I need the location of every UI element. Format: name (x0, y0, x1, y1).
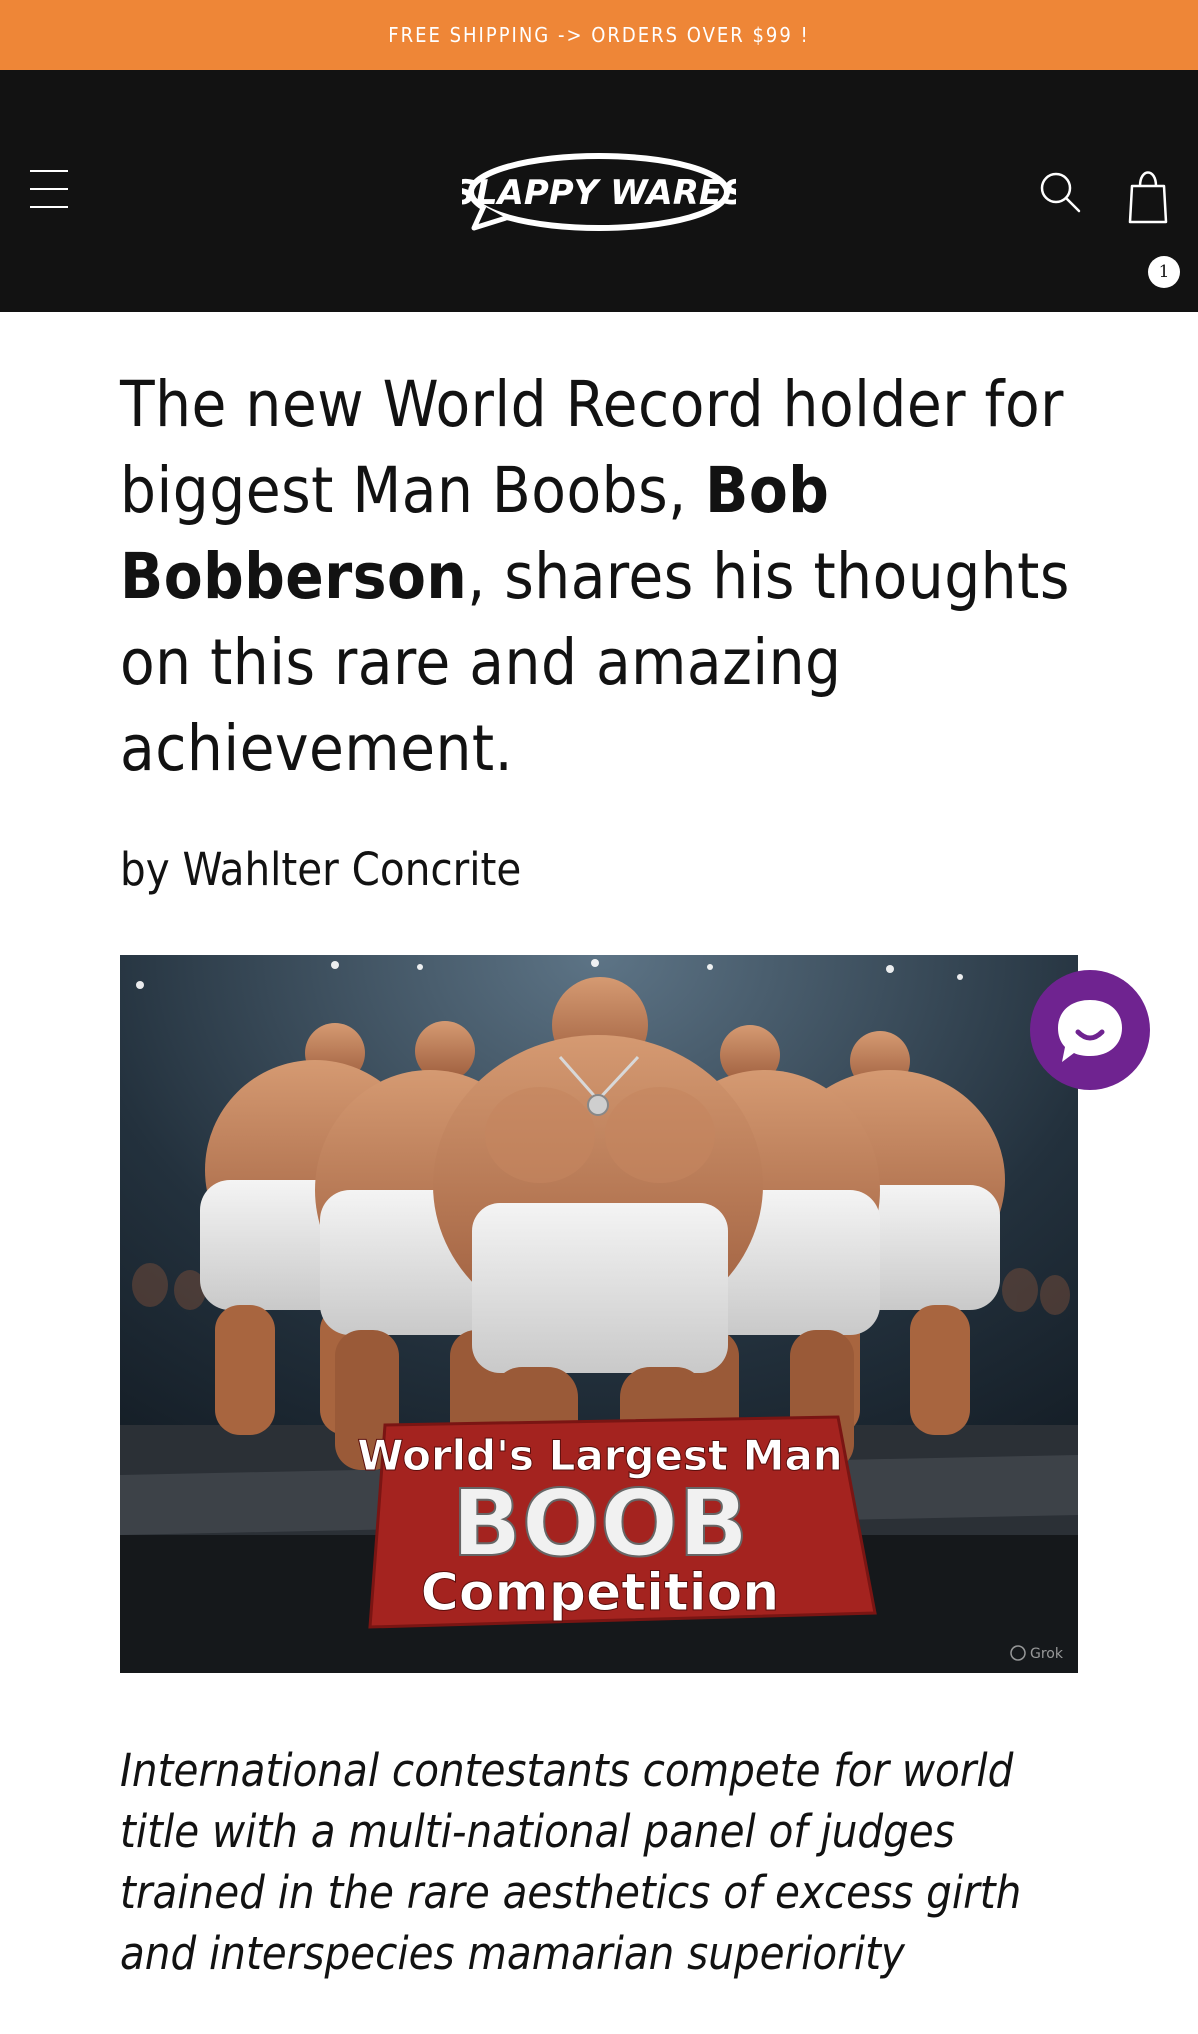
search-icon[interactable] (1038, 170, 1082, 214)
sign-line-2: BOOB (452, 1470, 749, 1577)
sign-line-3: Competition (421, 1563, 780, 1623)
logo-text: SLAPPY WARES (462, 173, 736, 213)
article-title: The new World Record holder for biggest … (120, 362, 1080, 792)
article-caption: International contestants compete for wo… (120, 1744, 1022, 1980)
cart-count-badge: 1 (1148, 256, 1180, 288)
menu-icon[interactable] (30, 170, 70, 210)
announcement-text: FREE SHIPPING -> ORDERS OVER $99 ! (388, 23, 810, 47)
logo[interactable]: SLAPPY WARES (451, 148, 747, 244)
title-part-1: The new World Record holder for biggest … (120, 368, 1064, 527)
article-byline: by Wahlter Concrite (120, 843, 522, 896)
article-hero-image: World's Largest Man BOOB Competition Gro… (120, 955, 1078, 1673)
chat-icon (1058, 1000, 1122, 1062)
competition-sign: World's Largest Man BOOB Competition (357, 1415, 877, 1629)
site-header: SLAPPY WARES 1 (0, 70, 1198, 312)
chat-button[interactable] (1030, 970, 1150, 1090)
image-watermark: Grok (1030, 1646, 1064, 1662)
announcement-bar: FREE SHIPPING -> ORDERS OVER $99 ! (0, 0, 1198, 70)
cart-icon[interactable] (1124, 160, 1184, 230)
